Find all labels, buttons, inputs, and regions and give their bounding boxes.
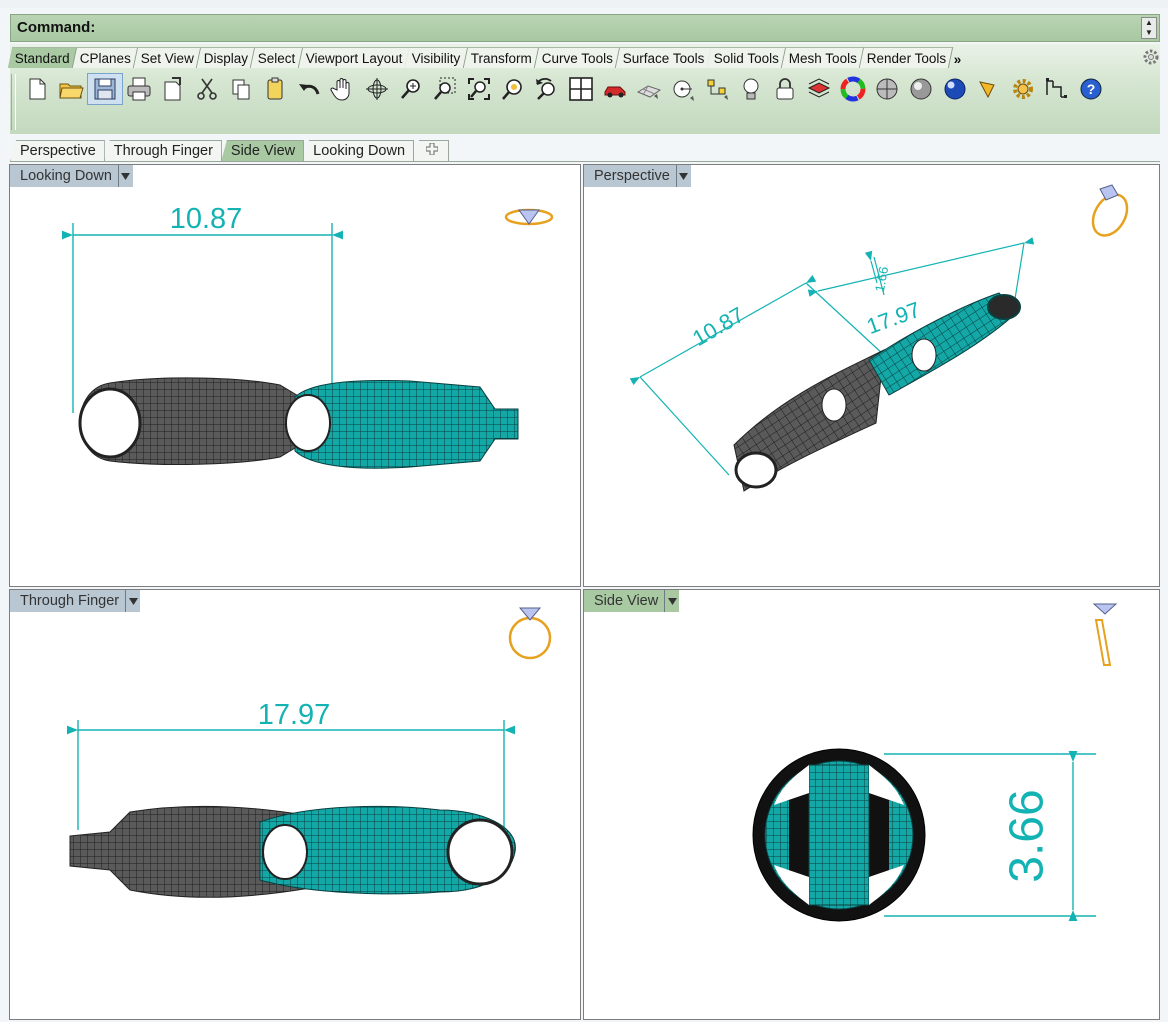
looking-down-scene: 10.87: [61, 203, 554, 469]
tab-transform[interactable]: Transform: [463, 47, 539, 68]
plus-icon: [425, 142, 439, 156]
ring-model-end-view: [752, 748, 926, 922]
zoom-dynamic-icon[interactable]: [394, 74, 428, 104]
tab-viewport-layout[interactable]: Viewport Layout: [298, 47, 410, 68]
ring-side-orientation-icon: [1092, 603, 1118, 666]
tab-select[interactable]: Select: [250, 47, 303, 68]
tab-curve-tools[interactable]: Curve Tools: [534, 47, 621, 68]
dimension-label: 17.97: [258, 699, 331, 731]
viewport-side-view[interactable]: Side View 3.66: [583, 589, 1160, 1020]
ring-model-teal: [259, 805, 516, 895]
rotate-view-icon[interactable]: [360, 74, 394, 104]
tab-mesh-tools[interactable]: Mesh Tools: [782, 47, 865, 68]
more-tabs-button[interactable]: »: [952, 51, 964, 68]
viewport-tab-baseline: [10, 161, 1160, 162]
command-bar[interactable]: Command: ▲ ▼: [10, 14, 1160, 42]
svg-text:?: ?: [1087, 81, 1096, 97]
lightbulb-icon[interactable]: [734, 74, 768, 104]
print-icon[interactable]: [122, 74, 156, 104]
undo-icon[interactable]: [292, 74, 326, 104]
tab-surface-tools[interactable]: Surface Tools: [615, 47, 712, 68]
help-icon[interactable]: ?: [1074, 74, 1108, 104]
paste-icon[interactable]: [258, 74, 292, 104]
car-icon[interactable]: [598, 74, 632, 104]
standard-toolbar: ?: [20, 73, 1108, 105]
perspective-scene: 10.87 17.97 1.66: [629, 184, 1129, 492]
zoom-extents-icon[interactable]: [462, 74, 496, 104]
tab-render-tools[interactable]: Render Tools: [860, 47, 955, 68]
ring-model-gray: [78, 377, 301, 465]
new-file-icon[interactable]: [20, 74, 54, 104]
window-top: [0, 0, 1168, 8]
blue-sphere-icon[interactable]: [938, 74, 972, 104]
side-view-scene: 3.66: [752, 603, 1118, 922]
four-viewports-icon[interactable]: [564, 74, 598, 104]
zoom-selected-icon[interactable]: [496, 74, 530, 104]
command-history-spinner[interactable]: ▲ ▼: [1141, 17, 1157, 39]
tab-display[interactable]: Display: [196, 47, 256, 68]
ring-front-orientation-icon: [508, 607, 552, 660]
zoom-window-icon[interactable]: [428, 74, 462, 104]
viewport-tab-side-view[interactable]: Side View: [220, 140, 305, 162]
lamp-icon[interactable]: [972, 74, 1006, 104]
settings-gear-icon[interactable]: [1006, 74, 1040, 104]
tab-set-view[interactable]: Set View: [133, 47, 202, 68]
tilted-ring-orientation-icon: [1091, 184, 1129, 237]
dimension-label: 3.66: [1001, 789, 1054, 882]
tab-cplanes[interactable]: CPlanes: [72, 47, 139, 68]
tab-visibility[interactable]: Visibility: [405, 47, 468, 68]
copy-icon[interactable]: [224, 74, 258, 104]
color-wheel-icon[interactable]: [836, 74, 870, 104]
pan-hand-icon[interactable]: [326, 74, 360, 104]
diamond-ring-orientation-icon: [504, 208, 554, 226]
toolbar-options-gear-icon[interactable]: [1142, 48, 1160, 66]
import-icon[interactable]: [156, 74, 190, 104]
dimension-label-c: 1.66: [872, 265, 891, 293]
undo-view-icon[interactable]: [530, 74, 564, 104]
layer-icon[interactable]: [802, 74, 836, 104]
save-icon[interactable]: [87, 73, 123, 105]
lock-icon[interactable]: [768, 74, 802, 104]
tab-solid-tools[interactable]: Solid Tools: [707, 47, 787, 68]
ring-model-teal: [285, 380, 519, 469]
toolbar-tab-strip: Standard CPlanes Set View Display Select…: [7, 47, 964, 68]
dimension-label-a: 10.87: [688, 302, 748, 351]
command-label: Command:: [17, 19, 96, 36]
viewport-looking-down[interactable]: Looking Down 10.87: [9, 164, 581, 587]
viewport-tab-perspective[interactable]: Perspective: [10, 140, 105, 162]
dimension-icon[interactable]: [1040, 74, 1074, 104]
render-sphere-icon[interactable]: [870, 74, 904, 104]
viewport-tab-through-finger[interactable]: Through Finger: [103, 140, 222, 162]
toolbar-panel: Standard CPlanes Set View Display Select…: [7, 44, 1160, 134]
cut-icon[interactable]: [190, 74, 224, 104]
osnap-icon[interactable]: [666, 74, 700, 104]
add-viewport-tab-button[interactable]: [413, 140, 450, 162]
shaded-sphere-icon[interactable]: [904, 74, 938, 104]
viewport-perspective[interactable]: Perspective 10.87 17.97 1.66: [583, 164, 1160, 587]
select-points-icon[interactable]: [700, 74, 734, 104]
through-finger-scene: 17.97: [66, 607, 552, 898]
tab-standard[interactable]: Standard: [7, 47, 78, 68]
toolbar-grip[interactable]: [11, 74, 16, 130]
viewport-through-finger[interactable]: Through Finger 17.97: [9, 589, 581, 1020]
plane-grid-icon[interactable]: [632, 74, 666, 104]
open-folder-icon[interactable]: [54, 74, 88, 104]
viewport-tab-looking-down[interactable]: Looking Down: [303, 140, 415, 162]
viewport-tab-strip: Perspective Through Finger Side View Loo…: [10, 138, 450, 162]
dimension-label: 10.87: [170, 203, 243, 235]
